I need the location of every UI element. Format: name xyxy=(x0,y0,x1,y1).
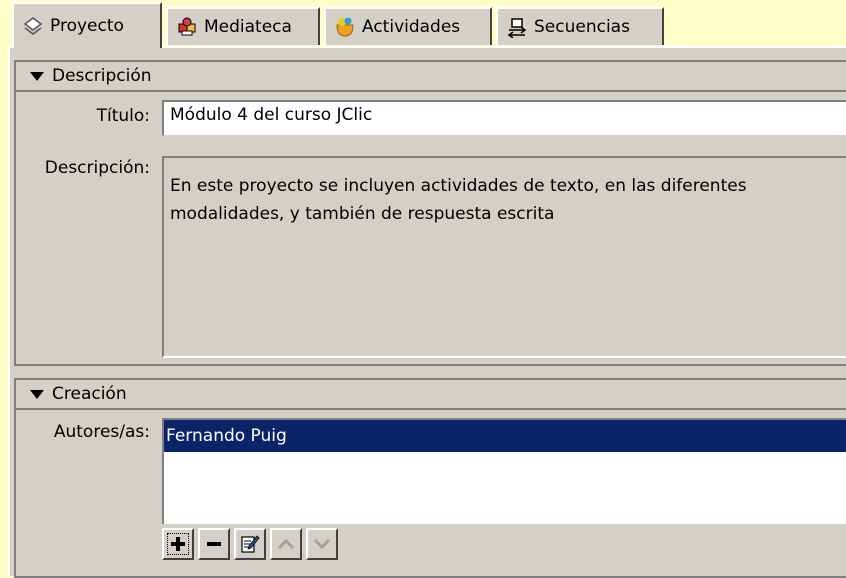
tab-proyecto[interactable]: Proyecto xyxy=(12,2,162,48)
tab-strip: Proyecto Mediateca Actividades Secuencia… xyxy=(0,0,846,48)
move-up-button[interactable] xyxy=(270,528,302,560)
tab-secuencias[interactable]: Secuencias xyxy=(496,7,664,45)
creation-header-label: Creación xyxy=(52,384,127,404)
description-label: Descripción: xyxy=(44,158,150,178)
sequences-icon xyxy=(507,18,527,38)
tab-actividades[interactable]: Actividades xyxy=(324,7,492,45)
authors-label: Autores/as: xyxy=(53,422,150,442)
title-input[interactable]: Módulo 4 del curso JClic xyxy=(162,100,846,136)
creation-header[interactable]: Creación xyxy=(16,380,846,410)
tab-proyecto-label: Proyecto xyxy=(50,16,124,36)
tab-secuencias-label: Secuencias xyxy=(534,17,630,37)
arrow-down-icon xyxy=(313,538,331,550)
tab-mediateca-label: Mediateca xyxy=(204,17,292,37)
add-author-button[interactable] xyxy=(162,528,194,560)
arrow-up-icon xyxy=(277,538,295,550)
media-library-icon xyxy=(178,17,196,36)
remove-author-button[interactable] xyxy=(198,528,230,560)
title-label: Título: xyxy=(96,106,150,126)
description-header[interactable]: Descripción xyxy=(16,62,846,92)
collapse-triangle-icon[interactable] xyxy=(30,71,44,81)
tab-mediateca[interactable]: Mediateca xyxy=(166,7,320,45)
description-section: Descripción Título: Módulo 4 del curso J… xyxy=(14,60,846,366)
description-header-label: Descripción xyxy=(52,66,152,86)
list-item[interactable]: Fernando Puig xyxy=(164,420,846,452)
move-down-button[interactable] xyxy=(306,528,338,560)
authors-toolbar xyxy=(162,528,338,560)
collapse-triangle-icon[interactable] xyxy=(30,389,44,399)
project-icon xyxy=(23,17,43,35)
tab-actividades-label: Actividades xyxy=(362,17,461,37)
plus-icon xyxy=(171,537,185,551)
edit-icon xyxy=(241,535,260,553)
authors-list[interactable]: Fernando Puig xyxy=(162,418,846,524)
minus-icon xyxy=(207,542,221,546)
description-textarea[interactable]: En este proyecto se incluyen actividades… xyxy=(162,156,846,358)
activities-icon xyxy=(336,17,354,37)
creation-section: Creación Autores/as: Fernando Puig xyxy=(14,378,846,578)
project-panel: Descripción Título: Módulo 4 del curso J… xyxy=(8,46,846,578)
edit-author-button[interactable] xyxy=(234,528,266,560)
